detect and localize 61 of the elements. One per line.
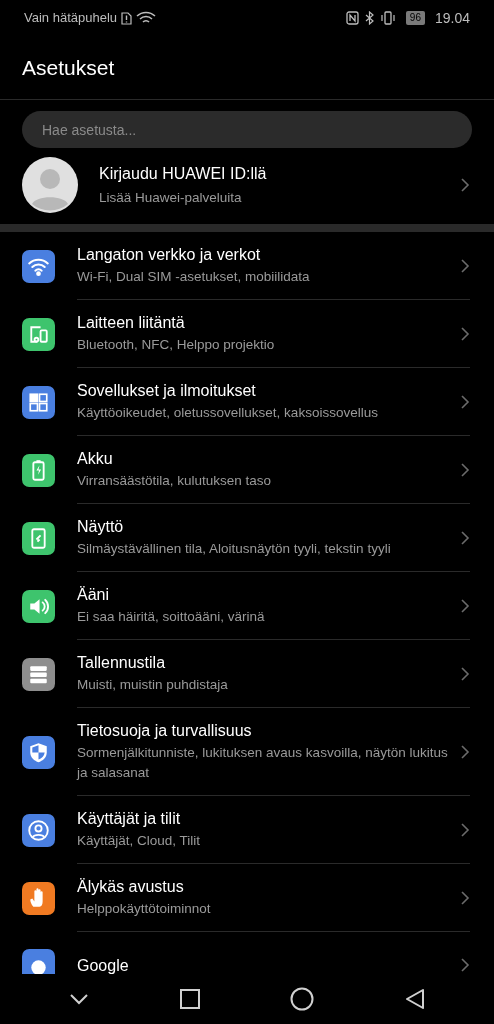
item-title: Sovellukset ja ilmoitukset (77, 381, 257, 401)
chevron-icon (460, 257, 470, 274)
item-subtitle: Käyttäjät, Cloud, Tilit (77, 832, 202, 850)
item-title: Tietosuoja ja turvallisuus (77, 721, 253, 741)
chevron-icon (460, 665, 470, 682)
item-subtitle: Virransäästötila, kulutuksen taso (77, 472, 273, 490)
chevron-icon (460, 393, 470, 410)
account-row[interactable]: Kirjaudu HUAWEI ID:llä Lisää Huawei-palveluita (0, 148, 494, 222)
recents-icon[interactable] (179, 989, 200, 1009)
item-subtitle: Muisti, muistin puhdistaja (77, 676, 229, 694)
carrier-text: Vain hätäpuhelu (24, 9, 117, 28)
settings-item[interactable]: Käyttäjät ja tilit Käyttäjät, Cloud, Tilit (0, 796, 494, 864)
item-title: Langaton verkko ja verkot (77, 245, 262, 265)
clock-text: 19.04 (434, 8, 470, 28)
item-title: Käyttäjät ja tilit (77, 809, 182, 829)
settings-item[interactable]: Sovellukset ja ilmoitukset Käyttöoikeudet, oletussovellukset, kaksoissovellus (0, 368, 494, 436)
item-title: Laitteen liitäntä (77, 313, 186, 333)
settings-item[interactable]: Tallennustila Muisti, muistin puhdistaja (0, 640, 494, 708)
item-title: Akku (77, 449, 114, 469)
settings-item[interactable]: Näyttö Silmäystävällinen tila, Aloitusnäytön tyyli, tekstin tyyli (0, 504, 494, 572)
page-title: Asetukset (22, 54, 115, 81)
account-subtitle: Lisää Huawei-palveluita (99, 188, 243, 207)
bluetooth-icon (364, 11, 374, 25)
settings-item[interactable]: Akku Virransäästötila, kulutuksen taso (0, 436, 494, 504)
home-icon[interactable] (290, 987, 315, 1011)
chevron-icon (460, 325, 470, 342)
item-title: Google (77, 955, 130, 974)
item-title: Näyttö (77, 517, 125, 537)
sim-alert-icon (121, 11, 132, 25)
battery-indicator: 96 (405, 11, 425, 25)
item-title: Ääni (77, 585, 111, 605)
settings-item[interactable]: Langaton verkko ja verkot Wi-Fi, Dual SIM -asetukset, mobiilidata (0, 232, 494, 300)
chevron-icon (460, 957, 470, 973)
chevron-icon (460, 597, 470, 614)
item-subtitle: Sormenjälkitunniste, lukituksen avaus kasvoilla, näytön lukitus ja salasanat (77, 744, 449, 782)
item-subtitle: Silmäystävällinen tila, Aloitusnäytön tyyli, tekstin tyyli (77, 540, 392, 558)
item-subtitle: Ei saa häiritä, soittoääni, värinä (77, 608, 266, 626)
back-icon[interactable] (404, 988, 425, 1010)
item-subtitle: Helppokäyttötoiminnot (77, 900, 212, 918)
settings-item[interactable]: Tietosuoja ja turvallisuus Sormenjälkitunniste, lukituksen avaus kasvoilla, näytön lukitus ja salasanat (0, 708, 494, 796)
item-subtitle: Wi-Fi, Dual SIM -asetukset, mobiilidata (77, 268, 311, 286)
vibrate-icon (379, 11, 396, 25)
chevron-icon (460, 821, 470, 838)
settings-item[interactable]: Ääni Ei saa häiritä, soittoääni, värinä (0, 572, 494, 640)
avatar-icon (22, 157, 78, 213)
settings-item[interactable]: Älykäs avustus Helppokäyttötoiminnot (0, 864, 494, 932)
chevron-icon (460, 177, 470, 193)
settings-item[interactable]: Laitteen liitäntä Bluetooth, NFC, Helppo projektio (0, 300, 494, 368)
item-title: Älykäs avustus (77, 877, 185, 897)
item-title: Tallennustila (77, 653, 167, 673)
item-subtitle: Käyttöoikeudet, oletussovellukset, kaksoissovellus (77, 404, 379, 422)
chevron-icon (460, 529, 470, 546)
chevron-icon (460, 889, 470, 906)
chevron-icon (460, 743, 470, 760)
nfc-icon (345, 11, 359, 25)
wifi-icon (136, 11, 156, 25)
chevron-icon (460, 461, 470, 478)
search-field[interactable]: Hae asetusta... (22, 111, 472, 148)
account-title: Kirjaudu HUAWEI ID:llä (99, 163, 268, 184)
item-subtitle: Bluetooth, NFC, Helppo projektio (77, 336, 276, 354)
back-chevron-icon[interactable] (69, 993, 90, 1005)
